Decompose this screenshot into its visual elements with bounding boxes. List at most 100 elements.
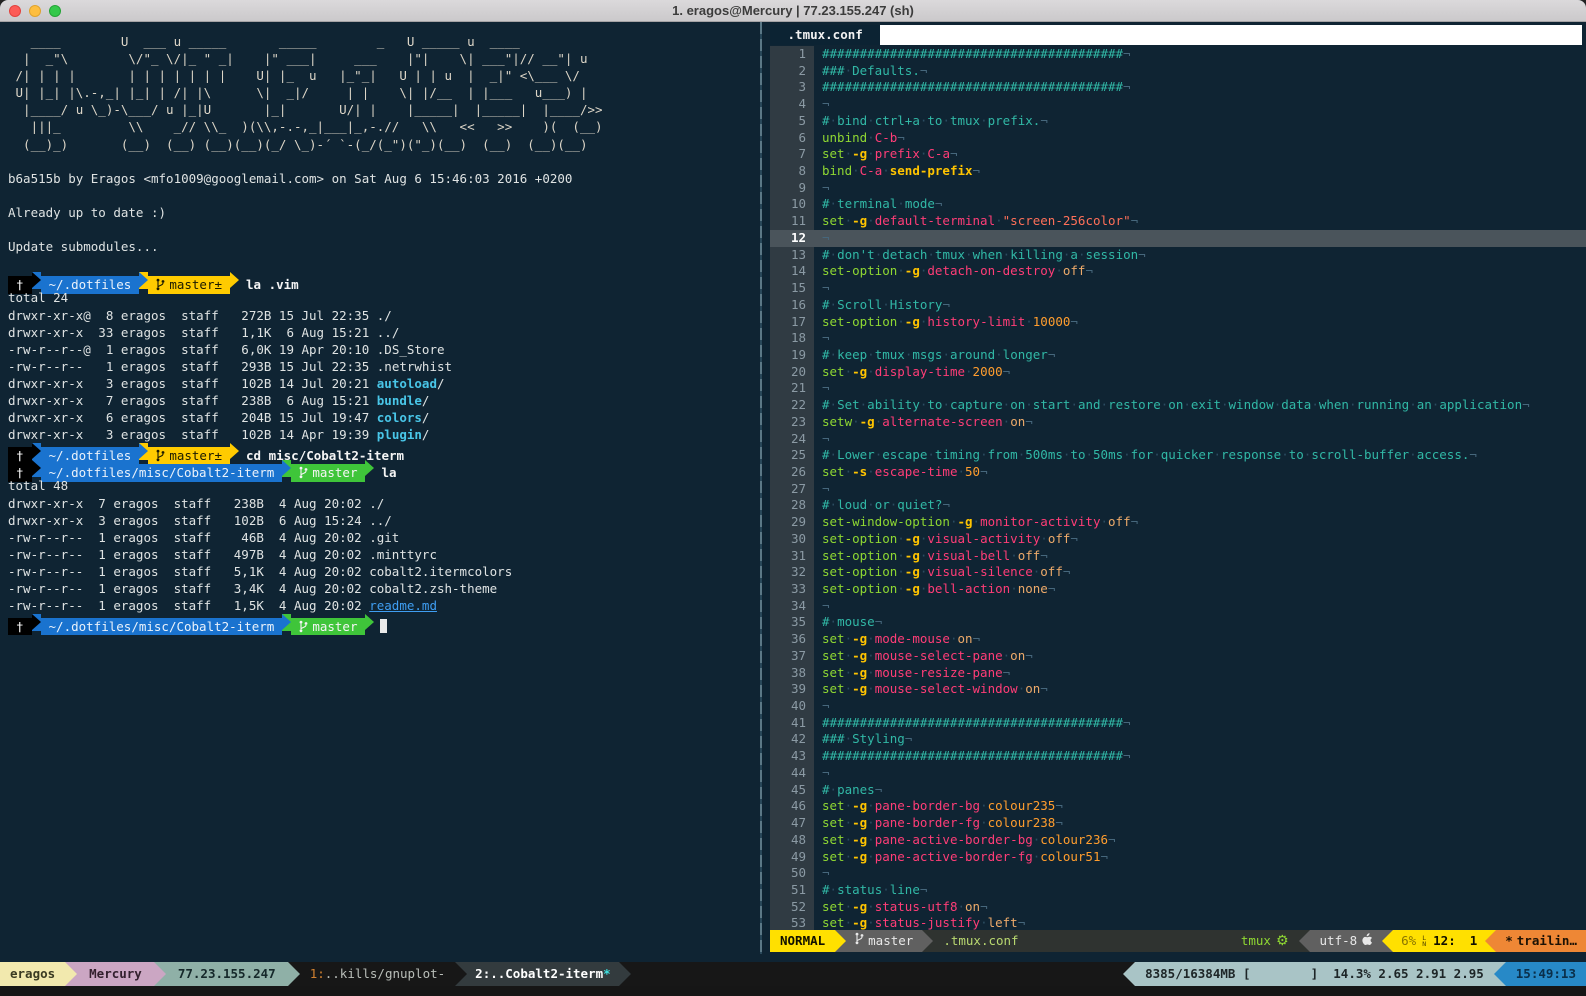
vim-code-text: set·-g·mouse-select-window·on¬ bbox=[814, 681, 1586, 698]
vim-line[interactable]: 11set·-g·default-terminal·"screen-256col… bbox=[770, 213, 1586, 230]
line-number: 7 bbox=[770, 146, 814, 163]
pane-separator[interactable] bbox=[760, 22, 762, 954]
vim-line[interactable]: 10#·terminal·mode¬ bbox=[770, 196, 1586, 213]
vim-line[interactable]: 49set·-g·pane-active-border-fg·colour51¬ bbox=[770, 849, 1586, 866]
vim-whitespace-warning: *trailin… bbox=[1496, 930, 1586, 952]
file-link[interactable]: readme.md bbox=[369, 598, 437, 613]
vim-line[interactable]: 6unbind·C-b¬ bbox=[770, 130, 1586, 147]
vim-line[interactable]: 47set·-g·pane-border-fg·colour238¬ bbox=[770, 815, 1586, 832]
vim-line[interactable]: 42###·Styling¬ bbox=[770, 731, 1586, 748]
vim-line[interactable]: 33set-option·-g·bell-action·none¬ bbox=[770, 581, 1586, 598]
vim-line[interactable]: 14set-option·-g·detach-on-destroy·off¬ bbox=[770, 263, 1586, 280]
vim-line[interactable]: 41######################################… bbox=[770, 715, 1586, 732]
vim-line[interactable]: 40¬ bbox=[770, 698, 1586, 715]
vim-line[interactable]: 1#######################################… bbox=[770, 46, 1586, 63]
vim-line[interactable]: 20set·-g·display-time·2000¬ bbox=[770, 364, 1586, 381]
vim-line[interactable]: 12¬ bbox=[770, 230, 1586, 247]
file-meta: drwxr-xr-x 7 eragos staff 238B 6 Aug 15:… bbox=[8, 393, 377, 408]
vim-line[interactable]: 51#·status·line¬ bbox=[770, 882, 1586, 899]
vim-buffer[interactable]: 1#######################################… bbox=[770, 46, 1586, 932]
close-button[interactable] bbox=[9, 5, 21, 17]
vim-line[interactable]: 24¬ bbox=[770, 431, 1586, 448]
prompt-branch-segment: master± bbox=[148, 276, 230, 293]
vim-line[interactable]: 4¬ bbox=[770, 96, 1586, 113]
line-number: 25 bbox=[770, 447, 814, 464]
vim-line[interactable]: 35#·mouse¬ bbox=[770, 614, 1586, 631]
vim-mode-indicator: NORMAL bbox=[770, 930, 835, 952]
terminal-line: drwxr-xr-x 6 eragos staff 204B 15 Jul 19… bbox=[8, 409, 757, 426]
vim-line[interactable]: 23setw·-g·alternate-screen·on¬ bbox=[770, 414, 1586, 431]
line-number: 33 bbox=[770, 581, 814, 598]
vim-line[interactable]: 50¬ bbox=[770, 865, 1586, 882]
vim-line[interactable]: 18¬ bbox=[770, 330, 1586, 347]
vim-line[interactable]: 45#·panes¬ bbox=[770, 782, 1586, 799]
line-number: 37 bbox=[770, 648, 814, 665]
powerline-arrow bbox=[835, 930, 846, 952]
vim-encoding-segment: utf-8 bbox=[1310, 930, 1383, 952]
vim-line[interactable]: 44¬ bbox=[770, 765, 1586, 782]
line-number: 15 bbox=[770, 280, 814, 297]
ascii-art-line: |____/ u \_)-\___/ u |_|U |_| U/| | |___… bbox=[8, 101, 757, 118]
vim-pane[interactable]: .tmux.conf 1############################… bbox=[770, 22, 1586, 962]
vim-line[interactable]: 32set-option·-g·visual-silence·off¬ bbox=[770, 564, 1586, 581]
tmux-window-1[interactable]: 1:..kills/gnuplot- bbox=[300, 962, 455, 986]
vim-line[interactable]: 39set·-g·mouse-select-window·on¬ bbox=[770, 681, 1586, 698]
vim-line[interactable]: 28#·loud·or·quiet?¬ bbox=[770, 497, 1586, 514]
ascii-art-line: /| | | | | | | | | | | U| |_ u |_"_| U |… bbox=[8, 67, 757, 84]
vim-line[interactable]: 46set·-g·pane-border-bg·colour235¬ bbox=[770, 798, 1586, 815]
vim-code-text: set·-g·mouse-select-pane·on¬ bbox=[814, 648, 1586, 665]
status-memory: 8385/16384MB [ ] 14.3% 2.65 2.91 2.95 bbox=[1135, 962, 1494, 986]
vim-code-text: ¬ bbox=[814, 96, 1586, 113]
vim-line[interactable]: 15¬ bbox=[770, 280, 1586, 297]
vim-line[interactable]: 5#·bind·ctrl+a·to·tmux·prefix.¬ bbox=[770, 113, 1586, 130]
line-number-symbol: LN bbox=[1422, 935, 1426, 947]
vim-line[interactable]: 13#·don't·detach·tmux·when·killing·a·ses… bbox=[770, 247, 1586, 264]
vim-line[interactable]: 38set·-g·mouse-resize-pane¬ bbox=[770, 665, 1586, 682]
minimize-button[interactable] bbox=[29, 5, 41, 17]
shell-pane[interactable]: ____ U ___ u _____ _____ _ U _____ u ___… bbox=[0, 22, 757, 962]
line-number: 16 bbox=[770, 297, 814, 314]
vim-tab-tmux-conf[interactable]: .tmux.conf bbox=[770, 25, 880, 45]
vim-code-text: set·-g·mode-mouse·on¬ bbox=[814, 631, 1586, 648]
vim-line[interactable]: 22#·Set·ability·to·capture·on·start·and·… bbox=[770, 397, 1586, 414]
file-meta: drwxr-xr-x 3 eragos staff 102B 6 Aug 15:… bbox=[8, 513, 369, 528]
vim-line[interactable]: 48set·-g·pane-active-border-bg·colour236… bbox=[770, 832, 1586, 849]
zoom-button[interactable] bbox=[49, 5, 61, 17]
vim-line[interactable]: 36set·-g·mode-mouse·on¬ bbox=[770, 631, 1586, 648]
vim-line[interactable]: 26set·-s·escape-time·50¬ bbox=[770, 464, 1586, 481]
vim-line[interactable]: 31set-option·-g·visual-bell·off¬ bbox=[770, 548, 1586, 565]
vim-code-text: set·-g·status-utf8·on¬ bbox=[814, 899, 1586, 916]
prompt-branch-segment: master bbox=[291, 618, 365, 635]
vim-line[interactable]: 43######################################… bbox=[770, 748, 1586, 765]
vim-line[interactable]: 19#·keep·tmux·msgs·around·longer¬ bbox=[770, 347, 1586, 364]
vim-line[interactable]: 2###·Defaults.¬ bbox=[770, 63, 1586, 80]
vim-line[interactable]: 3#######################################… bbox=[770, 79, 1586, 96]
vim-line[interactable]: 37set·-g·mouse-select-pane·on¬ bbox=[770, 648, 1586, 665]
terminal-line: drwxr-xr-x@ 8 eragos staff 272B 15 Jul 2… bbox=[8, 307, 757, 324]
vim-line[interactable]: 52set·-g·status-utf8·on¬ bbox=[770, 899, 1586, 916]
line-number: 38 bbox=[770, 665, 814, 682]
vim-line[interactable]: 8bind·C-a·send-prefix¬ bbox=[770, 163, 1586, 180]
vim-line[interactable]: 25#·Lower·escape·timing·from·500ms·to·50… bbox=[770, 447, 1586, 464]
vim-code-text: setw·-g·alternate-screen·on¬ bbox=[814, 414, 1586, 431]
vim-code-text: ###·Styling¬ bbox=[814, 731, 1586, 748]
terminal-line: drwxr-xr-x 7 eragos staff 238B 6 Aug 15:… bbox=[8, 392, 757, 409]
vim-line[interactable]: 21¬ bbox=[770, 380, 1586, 397]
file-name: ../ bbox=[377, 325, 400, 340]
vim-code-text: #·status·line¬ bbox=[814, 882, 1586, 899]
vim-code-text: #·bind·ctrl+a·to·tmux·prefix.¬ bbox=[814, 113, 1586, 130]
vim-line[interactable]: 27¬ bbox=[770, 481, 1586, 498]
memory-gauge: [ ] bbox=[1243, 962, 1318, 986]
vim-line[interactable]: 16#·Scroll·History¬ bbox=[770, 297, 1586, 314]
line-number: 31 bbox=[770, 548, 814, 565]
tmux-session: ____ U ___ u _____ _____ _ U _____ u ___… bbox=[0, 22, 1586, 962]
vim-line[interactable]: 17set-option·-g·history-limit·10000¬ bbox=[770, 314, 1586, 331]
vim-line[interactable]: 7set·-g·prefix·C-a¬ bbox=[770, 146, 1586, 163]
vim-line[interactable]: 30set-option·-g·visual-activity·off¬ bbox=[770, 531, 1586, 548]
vim-line[interactable]: 34¬ bbox=[770, 598, 1586, 615]
tmux-window-2-current[interactable]: 2:..Cobalt2-iterm* bbox=[467, 962, 618, 986]
powerline-arrow bbox=[32, 614, 41, 631]
file-meta: -rw-r--r-- 1 eragos staff 1,5K 4 Aug 20:… bbox=[8, 598, 369, 613]
vim-line[interactable]: 29set-window-option·-g·monitor-activity·… bbox=[770, 514, 1586, 531]
vim-line[interactable]: 9¬ bbox=[770, 180, 1586, 197]
